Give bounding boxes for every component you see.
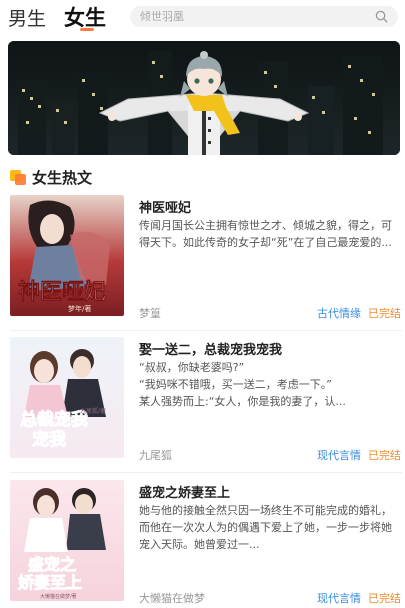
book-item[interactable]: 盛宠之 娇妻至上 大懒猫在做梦/著 盛宠之娇妻至上 她与他的接触全然只因一场终生… [0, 480, 405, 608]
cover-author: 大懒猫在做梦/著 [40, 593, 77, 600]
cover-author: 九尾狐/著 [80, 407, 106, 415]
cover-title: 娇妻至上 [18, 573, 82, 592]
book-author: 梦篁 [139, 307, 161, 320]
top-header: 男生 女生 [0, 0, 405, 36]
genre-tag[interactable]: 现代言情 [317, 447, 361, 463]
cover-title: 宠我 [32, 429, 66, 450]
book-cover-image: 神医哑妃 梦年/著 [10, 195, 124, 316]
search-input[interactable] [140, 6, 360, 27]
book-author: 大懒猫在做梦 [139, 592, 205, 605]
search-icon[interactable] [375, 10, 388, 23]
book-author: 九尾狐 [139, 449, 172, 462]
book-cover[interactable]: 盛宠之 娇妻至上 大懒猫在做梦/著 [10, 480, 124, 601]
status-tag: 已完结 [368, 592, 401, 605]
status-tag: 已完结 [368, 449, 401, 462]
hot-section-icon [10, 169, 27, 185]
section-title: 女生热文 [32, 168, 93, 187]
promo-banner[interactable] [8, 41, 400, 155]
book-title[interactable]: 盛宠之娇妻至上 [139, 482, 230, 501]
anime-character-illustration [8, 41, 400, 155]
cover-title: 神医哑妃 [18, 279, 106, 305]
book-cover-image: 盛宠之 娇妻至上 大懒猫在做梦/著 [10, 480, 124, 601]
search-bar[interactable] [130, 6, 398, 27]
book-title[interactable]: 神医哑妃 [139, 197, 191, 216]
cover-title: 盛宠之 [28, 555, 76, 574]
cover-title: 总裁宠我 [20, 409, 88, 430]
section-header: 女生热文 [10, 166, 92, 188]
active-tab-indicator [80, 28, 94, 31]
book-item[interactable]: 总裁宠我 宠我 九尾狐/著 娶一送二，总裁宠我宠我 “叔叔，你缺老婆吗?” “我… [0, 337, 405, 467]
book-cover-image: 总裁宠我 宠我 九尾狐/著 [10, 337, 124, 458]
book-item[interactable]: 神医哑妃 梦年/著 神医哑妃 传闻月国长公主拥有惊世之才、倾城之貌，得之，可得天… [0, 195, 405, 325]
divider [10, 330, 402, 331]
status-tag: 已完结 [368, 307, 401, 320]
book-cover[interactable]: 总裁宠我 宠我 九尾狐/著 [10, 337, 124, 458]
book-cover[interactable]: 神医哑妃 梦年/著 [10, 195, 124, 316]
book-description: 她与他的接触全然只因一场终生不可能完成的婚礼，而他在一次次人为的偶遇下爱上了她，… [139, 504, 392, 551]
tab-male[interactable]: 男生 [8, 4, 46, 31]
divider [10, 472, 402, 473]
cover-author: 梦年/著 [68, 304, 91, 313]
genre-tag[interactable]: 古代情缘 [317, 305, 361, 321]
book-title[interactable]: 娶一送二，总裁宠我宠我 [139, 339, 282, 358]
book-description: “叔叔，你缺老婆吗?” “我妈咪不错哦，买一送二，考虑一下。” 某人强势而上:“… [139, 361, 346, 408]
book-description: 传闻月国长公主拥有惊世之才、倾城之貌，得之，可得天下。如此传奇的女子却“死”在了… [139, 219, 392, 249]
genre-tag[interactable]: 现代言情 [317, 590, 361, 606]
